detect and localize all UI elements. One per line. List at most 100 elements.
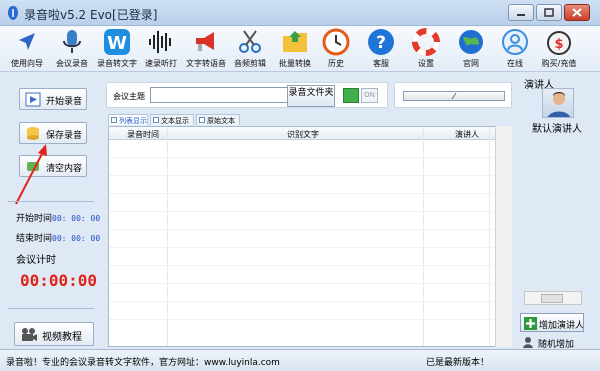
version-status: 已是最新版本！ (426, 358, 490, 368)
title-bar: 录音啦v5.2 Evo[已登录] (0, 0, 600, 26)
grid-line (109, 319, 511, 320)
folder-icon (283, 31, 307, 52)
grid-line (109, 211, 511, 212)
meeting-timer-label: 会议计时 (16, 255, 56, 266)
microphone-icon (63, 30, 81, 53)
tool-history[interactable]: 历史 (313, 26, 359, 72)
grid-line (489, 127, 490, 346)
speaker-panel: 演讲人 默认演讲人 (516, 76, 600, 348)
progress-panel (394, 82, 512, 108)
grid-line (109, 301, 511, 302)
maximize-button[interactable] (536, 4, 562, 21)
tool-meeting-record[interactable]: 会议录音 (49, 26, 95, 72)
grid-line (109, 193, 511, 194)
raw-text-icon (199, 117, 205, 123)
video-tutorial-button[interactable]: 视频教程 (14, 322, 94, 346)
tool-support[interactable]: ? 客服 (358, 26, 404, 72)
start-time-row: 开始时间00: 00: 00 (16, 211, 100, 224)
transcript-table[interactable]: 录音时间 识别文字 演讲人 (108, 126, 512, 347)
money-bag-icon: $ (547, 31, 571, 55)
tab-list-view[interactable]: 列表显示 (108, 114, 148, 125)
grid-line (423, 127, 424, 346)
clock-icon (322, 28, 350, 56)
tool-website[interactable]: 官网 (448, 26, 494, 72)
close-button[interactable] (564, 4, 590, 21)
grid-line (109, 175, 511, 176)
topic-bar: 会议主题 录音文件夹 ON (106, 82, 388, 108)
on-toggle[interactable]: ON (361, 88, 378, 103)
end-time-value: 00: 00: 00 (52, 234, 101, 243)
speaker-scrollbar[interactable] (524, 291, 582, 305)
grid-line (109, 157, 511, 158)
tool-online[interactable]: 在线 (492, 26, 538, 72)
maximize-icon (544, 8, 554, 17)
column-header-time[interactable]: 录音时间 (127, 129, 159, 140)
export-folder-button[interactable]: 录音文件夹 (287, 85, 335, 107)
random-speaker-button[interactable]: 随机增加 (520, 335, 584, 349)
column-header-speaker[interactable]: 演讲人 (455, 129, 479, 140)
tool-batch-convert[interactable]: 批量转换 (272, 26, 318, 72)
start-time-label: 开始时间 (16, 214, 53, 224)
table-scrollbar[interactable] (495, 126, 512, 347)
video-camera-icon (22, 328, 37, 341)
main-toolbar: 使用向导 会议录音 W 录音转文字 速录听打 文字转语音 音频剪辑 批量转换 历… (0, 26, 600, 72)
close-icon (572, 8, 582, 17)
table-header: 录音时间 识别文字 演讲人 (109, 127, 511, 140)
database-icon (27, 127, 39, 140)
progress-divider (451, 92, 457, 100)
progress-bar (403, 91, 505, 101)
tab-raw-text[interactable]: 原始文本 (196, 114, 240, 125)
start-time-value: 00: 00: 00 (52, 214, 101, 223)
help-icon: ? (368, 29, 394, 55)
end-time-label: 结束时间 (16, 234, 53, 244)
globe-icon (459, 30, 483, 54)
tab-text-view[interactable]: 文本显示 (150, 114, 194, 125)
left-divider-bottom (8, 308, 94, 309)
tool-settings[interactable]: 设置 (403, 26, 449, 72)
end-time-row: 结束时间00: 00: 00 (16, 231, 100, 244)
text-icon (153, 117, 159, 123)
tool-audio-edit[interactable]: 音频剪辑 (227, 26, 273, 72)
grid-line (109, 283, 511, 284)
tool-record-to-text[interactable]: W 录音转文字 (94, 26, 140, 72)
list-icon (111, 117, 117, 123)
add-speaker-button[interactable]: 增加演讲人 (520, 313, 584, 332)
default-speaker[interactable]: 默认演讲人 (532, 120, 582, 135)
grid-line (167, 127, 168, 346)
megaphone-icon (196, 32, 214, 51)
scroll-thumb[interactable] (541, 294, 563, 303)
record-indicator[interactable] (343, 88, 359, 103)
plus-icon (524, 317, 537, 330)
minimize-button[interactable] (508, 4, 534, 21)
user-online-icon (502, 29, 528, 55)
w-letter-icon: W (104, 29, 130, 55)
topic-label: 会议主题 (113, 92, 145, 101)
soundwave-icon (149, 31, 171, 53)
grid-line (109, 247, 511, 248)
users-icon (523, 337, 533, 348)
svg-text:?: ? (376, 33, 386, 53)
tool-guide[interactable]: 使用向导 (4, 26, 50, 72)
cursor-arrow-icon (19, 33, 35, 50)
person-icon (547, 92, 571, 117)
meeting-timer-value: 00:00:00 (20, 271, 98, 290)
topic-input[interactable] (150, 87, 288, 103)
svg-text:$: $ (554, 37, 563, 52)
status-message: 录音啦！专业的会议录音转文字软件，官方网址：www.luyinla.com (6, 358, 280, 368)
app-logo-icon (8, 6, 18, 20)
start-record-button[interactable]: 开始录音 (19, 88, 87, 110)
annotation-arrow (15, 144, 47, 205)
status-bar: 录音啦！专业的会议录音转文字软件，官方网址：www.luyinla.com 已是… (0, 349, 600, 371)
left-divider (8, 201, 94, 202)
grid-line (109, 265, 511, 266)
tool-text-to-speech[interactable]: 文字转语音 (183, 26, 229, 72)
column-header-text[interactable]: 识别文字 (287, 129, 319, 140)
lifebuoy-icon (412, 28, 440, 56)
grid-line (109, 229, 511, 230)
tool-stenotype[interactable]: 速录听打 (138, 26, 184, 72)
window-title: 录音啦v5.2 Evo[已登录] (24, 8, 158, 22)
tool-purchase[interactable]: $ 购买/充值 (536, 26, 582, 72)
minimize-icon (517, 14, 525, 16)
play-icon (25, 92, 41, 107)
avatar[interactable] (542, 88, 574, 118)
